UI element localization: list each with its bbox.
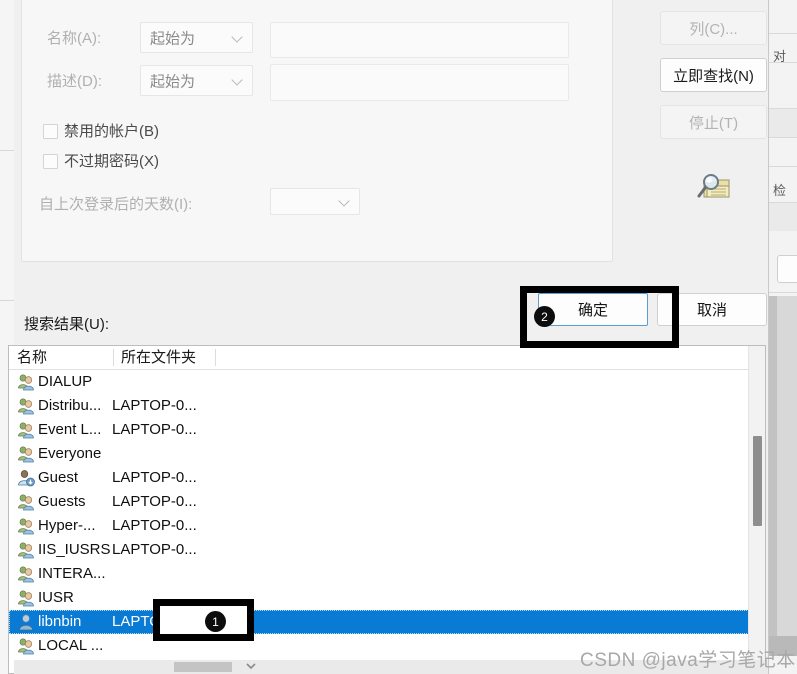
search-results-label: 搜索结果(U): <box>24 316 109 333</box>
non-expiring-password-label: 不过期密码(X) <box>64 153 159 170</box>
name-value-input[interactable] <box>270 22 569 58</box>
result-name: IUSR <box>38 589 74 606</box>
table-row[interactable]: IUSR <box>9 586 765 610</box>
watermark: CSDN @java学习笔记本 <box>580 650 796 671</box>
result-name: DIALUP <box>38 373 93 390</box>
result-folder: LAPTOP-0... <box>112 541 197 558</box>
description-condition-value: 起始为 <box>150 73 196 90</box>
table-row[interactable]: Event L... LAPTOP-0... <box>9 418 765 442</box>
cancel-button-label: 取消 <box>696 302 727 319</box>
group-icon <box>17 565 35 583</box>
bg-window-button <box>777 255 797 283</box>
table-row[interactable]: Everyone <box>9 442 765 466</box>
name-condition-select[interactable]: 起始为 <box>140 22 253 53</box>
chevron-down-icon <box>233 76 242 85</box>
result-name: Event L... <box>38 421 102 438</box>
days-since-logon-label: 自上次登录后的天数(I): <box>39 196 193 213</box>
chevron-down-icon <box>340 197 349 206</box>
magnifier-folder-icon <box>697 174 730 198</box>
result-folder: LAPTOP-0... <box>112 421 197 438</box>
group-icon <box>17 445 35 463</box>
results-list-scrollbar[interactable] <box>748 346 765 673</box>
checkbox-box <box>43 124 58 139</box>
table-row[interactable]: Guests LAPTOP-0... <box>9 490 765 514</box>
table-row[interactable]: DIALUP <box>9 370 765 394</box>
annotation-badge-1: 1 <box>205 611 226 632</box>
description-condition-select[interactable]: 起始为 <box>140 65 253 96</box>
user-dl-icon <box>17 469 35 487</box>
name-condition-value: 起始为 <box>150 30 196 47</box>
group-icon <box>17 589 35 607</box>
columns-button[interactable]: 列(C)... <box>660 11 767 45</box>
group-icon <box>17 517 35 535</box>
result-folder: LAPTOP-0... <box>112 397 197 414</box>
column-header-folder[interactable]: 所在文件夹 <box>113 346 215 369</box>
chevron-down-icon <box>233 33 242 42</box>
group-icon <box>17 397 35 415</box>
chevron-down-icon[interactable] <box>246 661 256 671</box>
result-name: Distribu... <box>38 397 102 414</box>
disabled-accounts-label: 禁用的帐户(B) <box>64 123 159 140</box>
scrollbar-thumb[interactable] <box>174 662 232 672</box>
group-icon <box>17 541 35 559</box>
result-name: INTERA... <box>38 565 106 582</box>
selected-result-row[interactable]: libnbinLAPTOP-0... <box>9 610 765 634</box>
table-row[interactable]: Guest LAPTOP-0... <box>9 466 765 490</box>
selection-focus-outline <box>9 610 765 634</box>
table-row[interactable]: Hyper-... LAPTOP-0... <box>9 514 765 538</box>
result-folder: LAPTOP-0... <box>112 517 197 534</box>
group-icon <box>17 637 35 655</box>
search-results-list[interactable]: 名称 所在文件夹 DIALUP Distribu... LAPTOP-0... E… <box>8 345 766 674</box>
table-row[interactable]: Distribu... LAPTOP-0... <box>9 394 765 418</box>
bg-window-text-2: 检 <box>773 183 787 198</box>
results-list-header: 名称 所在文件夹 <box>9 346 765 370</box>
result-folder: LAPTOP-0... <box>112 493 197 510</box>
checkbox-box <box>43 154 58 169</box>
scrollbar-thumb[interactable] <box>753 436 762 526</box>
days-since-logon-select[interactable] <box>270 188 360 215</box>
result-name: Guests <box>38 493 86 510</box>
result-name: LOCAL ... <box>38 637 104 654</box>
stop-button[interactable]: 停止(T) <box>660 105 767 139</box>
name-label: 名称(A): <box>47 30 102 47</box>
result-folder: LAPTOP-0... <box>112 469 197 486</box>
stop-button-label: 停止(T) <box>688 114 739 132</box>
result-name: Everyone <box>38 445 102 462</box>
group-icon <box>17 421 35 439</box>
result-name: Guest <box>38 469 79 486</box>
column-header-name[interactable]: 名称 <box>9 346 113 369</box>
find-now-button[interactable]: 立即查找(N) <box>660 58 767 92</box>
result-name: IIS_IUSRS <box>38 541 111 558</box>
result-name: Hyper-... <box>38 517 96 534</box>
background-window-right-edge: 对 检 <box>768 0 797 674</box>
columns-button-label: 列(C)... <box>689 20 738 38</box>
annotation-badge-2: 2 <box>534 306 555 327</box>
description-label: 描述(D): <box>47 73 102 90</box>
table-row[interactable]: IIS_IUSRS LAPTOP-0... <box>9 538 765 562</box>
find-now-button-label: 立即查找(N) <box>673 67 754 85</box>
table-row[interactable]: INTERA... <box>9 562 765 586</box>
group-icon <box>17 373 35 391</box>
bg-window-text-1: 对 <box>773 49 787 64</box>
group-icon <box>17 493 35 511</box>
description-value-input[interactable] <box>270 64 569 101</box>
annotation-box-1 <box>153 599 254 641</box>
